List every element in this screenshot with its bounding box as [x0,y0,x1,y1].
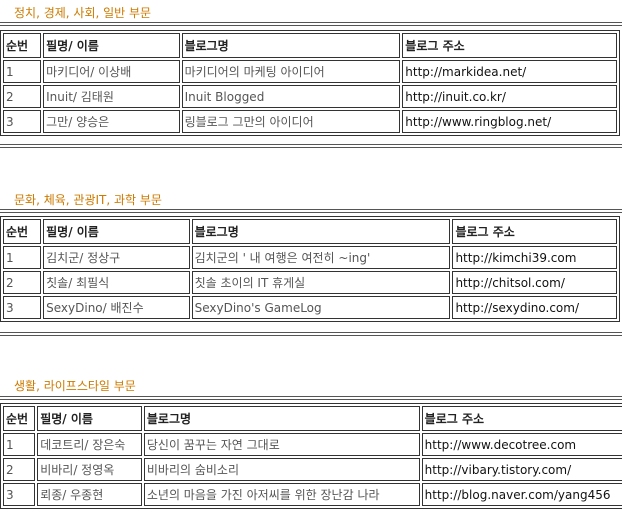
row-blog: Inuit Blogged [181,85,401,108]
table-row: 2 칫솔/ 최필식 칫솔 초이의 IT 휴게실 http://chitsol.c… [3,271,617,294]
blog-table: 순번 필명/ 이름 블로그명 블로그 주소 1 데코트리/ 장은숙 당신이 꿈꾸… [0,403,622,509]
table-row: 3 SexyDino/ 배진수 SexyDino's GameLog http:… [3,296,617,319]
row-blog: 소년의 마음을 가진 아저씨를 위한 장난감 나라 [143,483,420,506]
section-divider [0,332,622,336]
row-blog: 마키디어의 마케팅 아이디어 [181,60,401,83]
row-name: 김치군/ 정상구 [43,246,190,269]
table-row: 2 Inuit/ 김태원 Inuit Blogged http://inuit.… [3,85,617,108]
section-divider [0,144,622,148]
header-no: 순번 [3,219,42,244]
row-number: 2 [3,271,42,294]
row-url-link[interactable]: http://sexydino.com/ [452,296,617,319]
header-address: 블로그 주소 [421,406,622,431]
header-address: 블로그 주소 [452,219,617,244]
row-name: 비바리/ 정영옥 [37,458,142,481]
row-url-link[interactable]: http://vibary.tistory.com/ [421,458,622,481]
row-name: Inuit/ 김태원 [43,85,180,108]
section-title: 생활, 라이프스타일 부문 [14,379,136,393]
header-no: 순번 [3,406,36,431]
row-name: 그만/ 양승은 [43,110,180,133]
header-no: 순번 [3,33,42,58]
header-blog: 블로그명 [191,219,451,244]
row-number: 1 [3,60,42,83]
section-divider [0,396,622,400]
row-blog: 칫솔 초이의 IT 휴게실 [191,271,451,294]
section-title: 정치, 경제, 사회, 일반 부문 [14,6,152,20]
row-blog: 당신이 꿈꾸는 자연 그대로 [143,433,420,456]
row-name: 칫솔/ 최필식 [43,271,190,294]
row-url-link[interactable]: http://markidea.net/ [402,60,617,83]
row-number: 3 [3,483,36,506]
row-url-link[interactable]: http://www.decotree.com [421,433,622,456]
row-number: 1 [3,246,42,269]
table-header-row: 순번 필명/ 이름 블로그명 블로그 주소 [3,33,617,58]
row-blog: 비바리의 숨비소리 [143,458,420,481]
header-blog: 블로그명 [181,33,401,58]
row-blog: 링블로그 그만의 아이디어 [181,110,401,133]
row-url-link[interactable]: http://kimchi39.com [452,246,617,269]
row-number: 1 [3,433,36,456]
row-blog: 김치군의 ' 내 여행은 여전히 ~ing' [191,246,451,269]
table-row: 2 비바리/ 정영옥 비바리의 숨비소리 http://vibary.tisto… [3,458,622,481]
blog-table: 순번 필명/ 이름 블로그명 블로그 주소 1 마키디어/ 이상배 마키디어의 … [0,30,620,136]
table-row: 3 뢰종/ 우종현 소년의 마음을 가진 아저씨를 위한 장난감 나라 http… [3,483,622,506]
row-name: 마키디어/ 이상배 [43,60,180,83]
table-row: 1 마키디어/ 이상배 마키디어의 마케팅 아이디어 http://markid… [3,60,617,83]
table-header-row: 순번 필명/ 이름 블로그명 블로그 주소 [3,219,617,244]
row-name: 뢰종/ 우종현 [37,483,142,506]
section-title: 문화, 체육, 관광IT, 과학 부문 [14,193,162,207]
row-number: 3 [3,110,42,133]
row-url-link[interactable]: http://blog.naver.com/yang456 [421,483,622,506]
row-name: SexyDino/ 배진수 [43,296,190,319]
section-divider [0,22,622,26]
table-row: 1 데코트리/ 장은숙 당신이 꿈꾸는 자연 그대로 http://www.de… [3,433,622,456]
table-header-row: 순번 필명/ 이름 블로그명 블로그 주소 [3,406,622,431]
row-number: 2 [3,85,42,108]
row-url-link[interactable]: http://inuit.co.kr/ [402,85,617,108]
table-row: 1 김치군/ 정상구 김치군의 ' 내 여행은 여전히 ~ing' http:/… [3,246,617,269]
section-divider [0,209,622,213]
row-number: 3 [3,296,42,319]
header-address: 블로그 주소 [402,33,617,58]
table-row: 3 그만/ 양승은 링블로그 그만의 아이디어 http://www.ringb… [3,110,617,133]
header-blog: 블로그명 [143,406,420,431]
row-blog: SexyDino's GameLog [191,296,451,319]
header-name: 필명/ 이름 [43,219,190,244]
header-name: 필명/ 이름 [37,406,142,431]
row-url-link[interactable]: http://www.ringblog.net/ [402,110,617,133]
header-name: 필명/ 이름 [43,33,180,58]
row-name: 데코트리/ 장은숙 [37,433,142,456]
blog-table: 순번 필명/ 이름 블로그명 블로그 주소 1 김치군/ 정상구 김치군의 ' … [0,216,620,322]
row-number: 2 [3,458,36,481]
row-url-link[interactable]: http://chitsol.com/ [452,271,617,294]
